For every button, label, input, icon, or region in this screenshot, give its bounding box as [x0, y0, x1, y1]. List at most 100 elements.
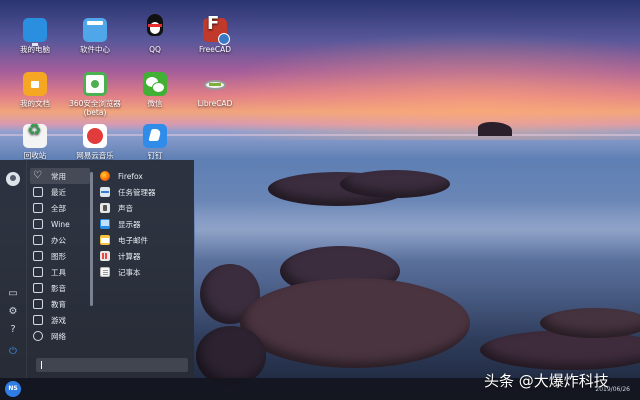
rock [196, 326, 266, 386]
desktop-icon-360-browser[interactable]: 360安全浏览器 (beta) [65, 72, 125, 117]
search-input[interactable] [36, 358, 188, 372]
power-icon[interactable]: ⏻ [6, 346, 20, 358]
category-item-office[interactable]: 办公 [30, 232, 90, 248]
education-icon [33, 299, 43, 309]
desktop-icon-label: 回收站 [23, 151, 47, 160]
desktop-icon-label: 我的电脑 [20, 45, 50, 54]
app-item-mail[interactable]: 电子邮件 [100, 232, 190, 248]
desktop-icon-librecad[interactable]: LibreCAD [185, 72, 245, 108]
notepad-icon [100, 267, 110, 277]
desktop-icon-label: LibreCAD [197, 99, 233, 108]
category-item-education[interactable]: 教育 [30, 296, 90, 312]
task-manager-icon [100, 187, 110, 197]
category-item-games[interactable]: 游戏 [30, 312, 90, 328]
user-avatar[interactable] [6, 172, 20, 186]
games-icon [33, 315, 43, 325]
category-label: 影音 [51, 283, 66, 293]
tools-icon [33, 267, 43, 277]
recycle-bin-icon [23, 124, 47, 148]
software-center-icon [83, 18, 107, 42]
mail-icon [100, 235, 110, 245]
category-label: 图形 [51, 251, 66, 261]
category-item-recent[interactable]: 最近 [30, 184, 90, 200]
category-label: 常用 [51, 171, 66, 181]
computer-icon [23, 18, 47, 46]
documents-folder-icon [23, 72, 47, 96]
app-list: Firefox 任务管理器 声音 显示器 电子邮件 计算器 记事本 [100, 168, 190, 280]
settings-gear-icon[interactable]: ⚙ [6, 306, 20, 318]
computer-icon[interactable]: ▭ [6, 288, 20, 300]
start-menu-sidebar: ▭ ⚙ ? ⏻ [0, 160, 27, 378]
text-caret [41, 361, 42, 369]
desktop-icon-label: 网易云音乐 [76, 151, 114, 160]
360-browser-icon [83, 72, 107, 96]
desktop-icon-qq[interactable]: QQ [125, 14, 185, 54]
desktop-icon-label: QQ [149, 45, 161, 54]
desktop-icon-recycle-bin[interactable]: 回收站 [5, 124, 65, 160]
firefox-icon [100, 171, 110, 181]
app-label: 电子邮件 [118, 235, 148, 245]
category-label: 教育 [51, 299, 66, 309]
app-item-display[interactable]: 显示器 [100, 216, 190, 232]
category-item-network[interactable]: 网络 [30, 328, 90, 344]
desktop-icon-my-computer[interactable]: 我的电脑 [5, 18, 65, 54]
qq-icon [143, 14, 167, 42]
category-item-frequent[interactable]: ♡ 常用 [30, 168, 90, 184]
category-item-wine[interactable]: Wine [30, 216, 90, 232]
category-item-graphics[interactable]: 图形 [30, 248, 90, 264]
category-list: ♡ 常用 最近 全部 Wine 办公 图形 工具 影音 教育 游戏 网络 [30, 168, 90, 344]
netease-music-icon [83, 124, 107, 148]
mist [195, 200, 640, 260]
category-label: 办公 [51, 235, 66, 245]
display-icon [100, 219, 110, 229]
watermark-text: 头条 @大爆炸科技 [484, 372, 609, 390]
desktop-icon-label: 钉钉 [147, 151, 163, 160]
desktop-icon-netease-music[interactable]: 网易云音乐 [65, 124, 125, 160]
calculator-icon [100, 251, 110, 261]
category-scrollbar[interactable] [90, 172, 93, 306]
distant-rock [478, 122, 512, 136]
app-item-calculator[interactable]: 计算器 [100, 248, 190, 264]
category-item-media[interactable]: 影音 [30, 280, 90, 296]
category-label: 全部 [51, 203, 66, 213]
media-icon [33, 283, 43, 293]
category-item-all[interactable]: 全部 [30, 200, 90, 216]
desktop-icon-label: 微信 [147, 99, 163, 108]
heart-icon: ♡ [33, 170, 42, 181]
wechat-icon [143, 72, 167, 96]
category-label: Wine [51, 219, 70, 229]
all-apps-icon [33, 203, 43, 213]
desktop-icon-my-documents[interactable]: 我的文档 [5, 72, 65, 108]
category-label: 网络 [51, 331, 66, 341]
desktop-icon-label: 360安全浏览器 (beta) [69, 99, 121, 117]
category-label: 游戏 [51, 315, 66, 325]
network-icon [33, 331, 43, 341]
app-item-firefox[interactable]: Firefox [100, 168, 190, 184]
desktop-icon-dingtalk[interactable]: 钉钉 [125, 124, 185, 160]
freecad-icon [203, 18, 230, 45]
category-item-tools[interactable]: 工具 [30, 264, 90, 280]
rock [540, 308, 640, 338]
app-label: 显示器 [118, 219, 141, 229]
desktop-icon-label: 软件中心 [80, 45, 110, 54]
app-item-task-manager[interactable]: 任务管理器 [100, 184, 190, 200]
desktop-icon-label: FreeCAD [198, 45, 232, 54]
desktop-icon-label: 我的文档 [20, 99, 50, 108]
wine-icon [33, 219, 43, 229]
librecad-icon [203, 72, 227, 96]
start-menu: ▭ ⚙ ? ⏻ ♡ 常用 最近 全部 Wine 办公 图形 工具 影音 教育 游… [0, 160, 194, 378]
app-item-sound[interactable]: 声音 [100, 200, 190, 216]
desktop-icon-software-center[interactable]: 软件中心 [65, 18, 125, 54]
app-label: 任务管理器 [118, 187, 156, 197]
desktop-icon-freecad[interactable]: FreeCAD [185, 18, 245, 54]
sound-icon [100, 203, 110, 213]
help-icon[interactable]: ? [6, 324, 20, 336]
rock [340, 170, 450, 198]
start-button[interactable]: NS [5, 381, 21, 397]
category-label: 最近 [51, 187, 66, 197]
app-label: 记事本 [118, 267, 141, 277]
rock [240, 278, 470, 368]
graphics-icon [33, 251, 43, 261]
app-item-notepad[interactable]: 记事本 [100, 264, 190, 280]
desktop-icon-wechat[interactable]: 微信 [125, 72, 185, 108]
